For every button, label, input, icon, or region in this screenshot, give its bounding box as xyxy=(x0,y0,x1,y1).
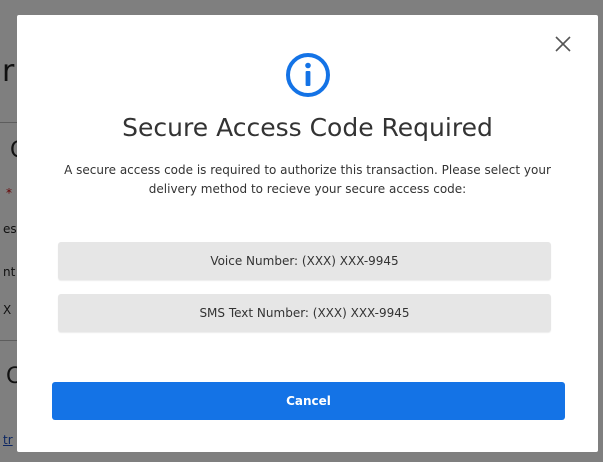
info-icon xyxy=(285,52,331,98)
close-icon xyxy=(555,36,571,52)
modal-title: Secure Access Code Required xyxy=(122,113,493,142)
close-button[interactable] xyxy=(552,33,574,55)
cancel-button[interactable]: Cancel xyxy=(52,382,565,420)
sms-number-button[interactable]: SMS Text Number: (XXX) XXX-9945 xyxy=(58,294,551,332)
voice-number-button[interactable]: Voice Number: (XXX) XXX-9945 xyxy=(58,242,551,280)
modal-message: A secure access code is required to auth… xyxy=(64,163,551,196)
secure-access-modal: Secure Access Code Required A secure acc… xyxy=(17,15,598,452)
